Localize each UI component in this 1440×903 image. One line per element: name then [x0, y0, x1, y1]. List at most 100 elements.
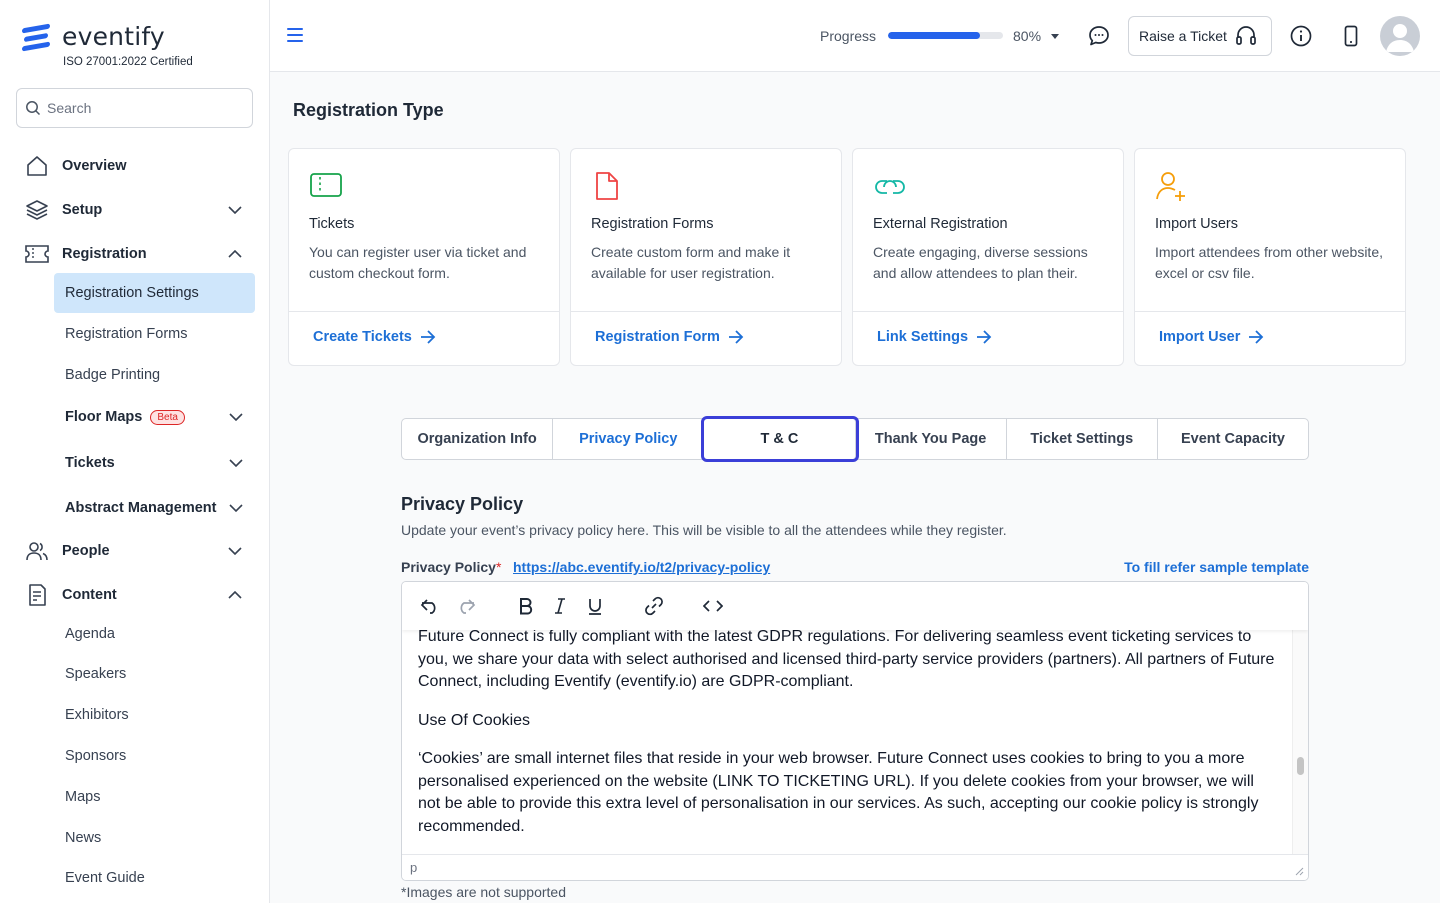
sidebar-item-label: Setup [62, 202, 103, 218]
home-icon [24, 153, 50, 179]
hamburger-menu-icon[interactable] [287, 28, 303, 46]
arrow-right-icon [977, 330, 992, 344]
registration-form-link[interactable]: Registration Form [595, 329, 744, 345]
main-content: Registration Type Tickets You can regist… [270, 72, 1440, 903]
editor-scrollbar[interactable] [1292, 630, 1308, 856]
sidebar-item-label: News [65, 830, 102, 846]
redo-icon[interactable] [454, 594, 478, 618]
insert-link-icon[interactable] [642, 594, 666, 618]
sidebar-item-registration-settings[interactable]: Registration Settings [54, 273, 255, 313]
bold-icon[interactable] [514, 594, 538, 618]
sidebar-item-registration[interactable]: Registration [0, 236, 269, 272]
card-link-label: Registration Form [595, 329, 720, 345]
tab-privacy-policy[interactable]: Privacy Policy [553, 419, 705, 459]
underline-icon[interactable] [583, 594, 607, 618]
sidebar-item-floor-maps[interactable]: Floor Maps Beta [54, 397, 255, 437]
chevron-down-icon [229, 413, 243, 421]
link-settings-link[interactable]: Link Settings [877, 329, 992, 345]
sidebar-item-sponsors[interactable]: Sponsors [54, 736, 255, 776]
privacy-policy-description: Update your event’s privacy policy here.… [401, 522, 1007, 538]
editor-content[interactable]: Future Connect is fully compliant with t… [418, 626, 1278, 854]
sidebar-item-tickets[interactable]: Tickets [54, 443, 255, 483]
raise-ticket-button[interactable]: Raise a Ticket [1128, 16, 1272, 56]
sidebar-item-label: Overview [62, 158, 127, 174]
sidebar: eventify ISO 27001:2022 Certified Overvi… [0, 0, 270, 903]
tab-thank-you-page[interactable]: Thank You Page [856, 419, 1007, 459]
user-plus-icon [1155, 171, 1189, 201]
images-not-supported-note: *Images are not supported [401, 884, 566, 900]
link-icon [873, 171, 907, 201]
sidebar-item-abstract-management[interactable]: Abstract Management [54, 488, 255, 528]
sidebar-item-maps[interactable]: Maps [54, 777, 255, 817]
sidebar-item-agenda[interactable]: Agenda [54, 614, 255, 654]
field-label: Privacy Policy [401, 559, 496, 575]
eventify-logo-icon [22, 23, 54, 51]
sidebar-item-registration-forms[interactable]: Registration Forms [54, 314, 255, 354]
chevron-down-icon [228, 206, 242, 214]
sidebar-item-event-guide[interactable]: Event Guide [54, 858, 255, 898]
search-icon [26, 101, 41, 116]
tab-event-capacity[interactable]: Event Capacity [1158, 419, 1308, 459]
tab-terms-and-conditions[interactable]: T & C [701, 416, 859, 462]
sidebar-item-label: Badge Printing [65, 367, 161, 383]
card-description: Import attendees from other website, exc… [1155, 244, 1383, 281]
element-path[interactable]: p [410, 860, 417, 875]
source-code-icon[interactable] [701, 594, 725, 618]
sidebar-item-label: Event Guide [65, 870, 145, 886]
chevron-up-icon [228, 591, 242, 599]
user-avatar-icon [1386, 24, 1414, 52]
chevron-down-icon [228, 547, 242, 555]
scrollbar-thumb[interactable] [1297, 757, 1304, 775]
card-title: Import Users [1155, 216, 1238, 232]
tab-organization-info[interactable]: Organization Info [402, 419, 554, 459]
card-import-users: Import Users Import attendees from other… [1134, 148, 1406, 366]
italic-icon[interactable] [548, 594, 572, 618]
sidebar-item-people[interactable]: People [0, 533, 269, 569]
file-icon [591, 171, 625, 201]
undo-icon[interactable] [418, 594, 442, 618]
progress-bar [888, 32, 1003, 39]
mobile-phone-icon[interactable] [1339, 24, 1363, 48]
avatar[interactable] [1380, 16, 1420, 56]
card-title: External Registration [873, 216, 1008, 232]
sidebar-item-label: Abstract Management [65, 500, 217, 516]
privacy-policy-editor: Future Connect is fully compliant with t… [401, 581, 1309, 881]
editor-paragraph: Future Connect is fully compliant with t… [418, 628, 1275, 690]
chevron-up-icon [228, 250, 242, 258]
resize-handle-icon[interactable] [1294, 866, 1304, 876]
beta-badge: Beta [150, 409, 185, 425]
card-link-label: Create Tickets [313, 329, 412, 345]
privacy-policy-url-link[interactable]: https://abc.eventify.io/t2/privacy-polic… [513, 559, 770, 575]
headset-icon [1236, 26, 1256, 45]
sidebar-item-label: Maps [65, 789, 101, 805]
sidebar-item-speakers[interactable]: Speakers [54, 654, 255, 694]
sidebar-item-badge-printing[interactable]: Badge Printing [54, 355, 255, 395]
sidebar-item-exhibitors[interactable]: Exhibitors [54, 695, 255, 735]
create-tickets-link[interactable]: Create Tickets [313, 329, 436, 345]
sidebar-item-news[interactable]: News [54, 818, 255, 858]
editor-toolbar [402, 582, 1308, 630]
certification-text: ISO 27001:2022 Certified [63, 56, 193, 68]
card-registration-forms: Registration Forms Create custom form an… [570, 148, 842, 366]
caret-down-icon[interactable] [1051, 34, 1059, 39]
chat-icon[interactable] [1087, 24, 1111, 48]
sidebar-item-content[interactable]: Content [0, 577, 269, 613]
sidebar-item-label: Sponsors [65, 748, 127, 764]
raise-ticket-label: Raise a Ticket [1139, 28, 1227, 44]
info-icon[interactable] [1289, 24, 1313, 48]
sidebar-item-setup[interactable]: Setup [0, 192, 269, 228]
sample-template-link[interactable]: To fill refer sample template [1124, 559, 1309, 575]
import-user-link[interactable]: Import User [1159, 329, 1264, 345]
editor-paragraph: Use Of Cookies [418, 711, 531, 729]
sidebar-item-overview[interactable]: Overview [0, 148, 269, 184]
search-input[interactable] [47, 100, 237, 116]
progress-percent[interactable]: 80% [1013, 28, 1041, 44]
sidebar-item-label: Agenda [65, 626, 115, 642]
chevron-down-icon [229, 504, 243, 512]
users-icon [24, 538, 50, 564]
sidebar-search[interactable] [16, 88, 253, 128]
progress-bar-fill [888, 32, 980, 39]
sidebar-item-label: Content [62, 587, 117, 603]
brand-logo[interactable]: eventify [22, 22, 165, 51]
tab-ticket-settings[interactable]: Ticket Settings [1007, 419, 1158, 459]
